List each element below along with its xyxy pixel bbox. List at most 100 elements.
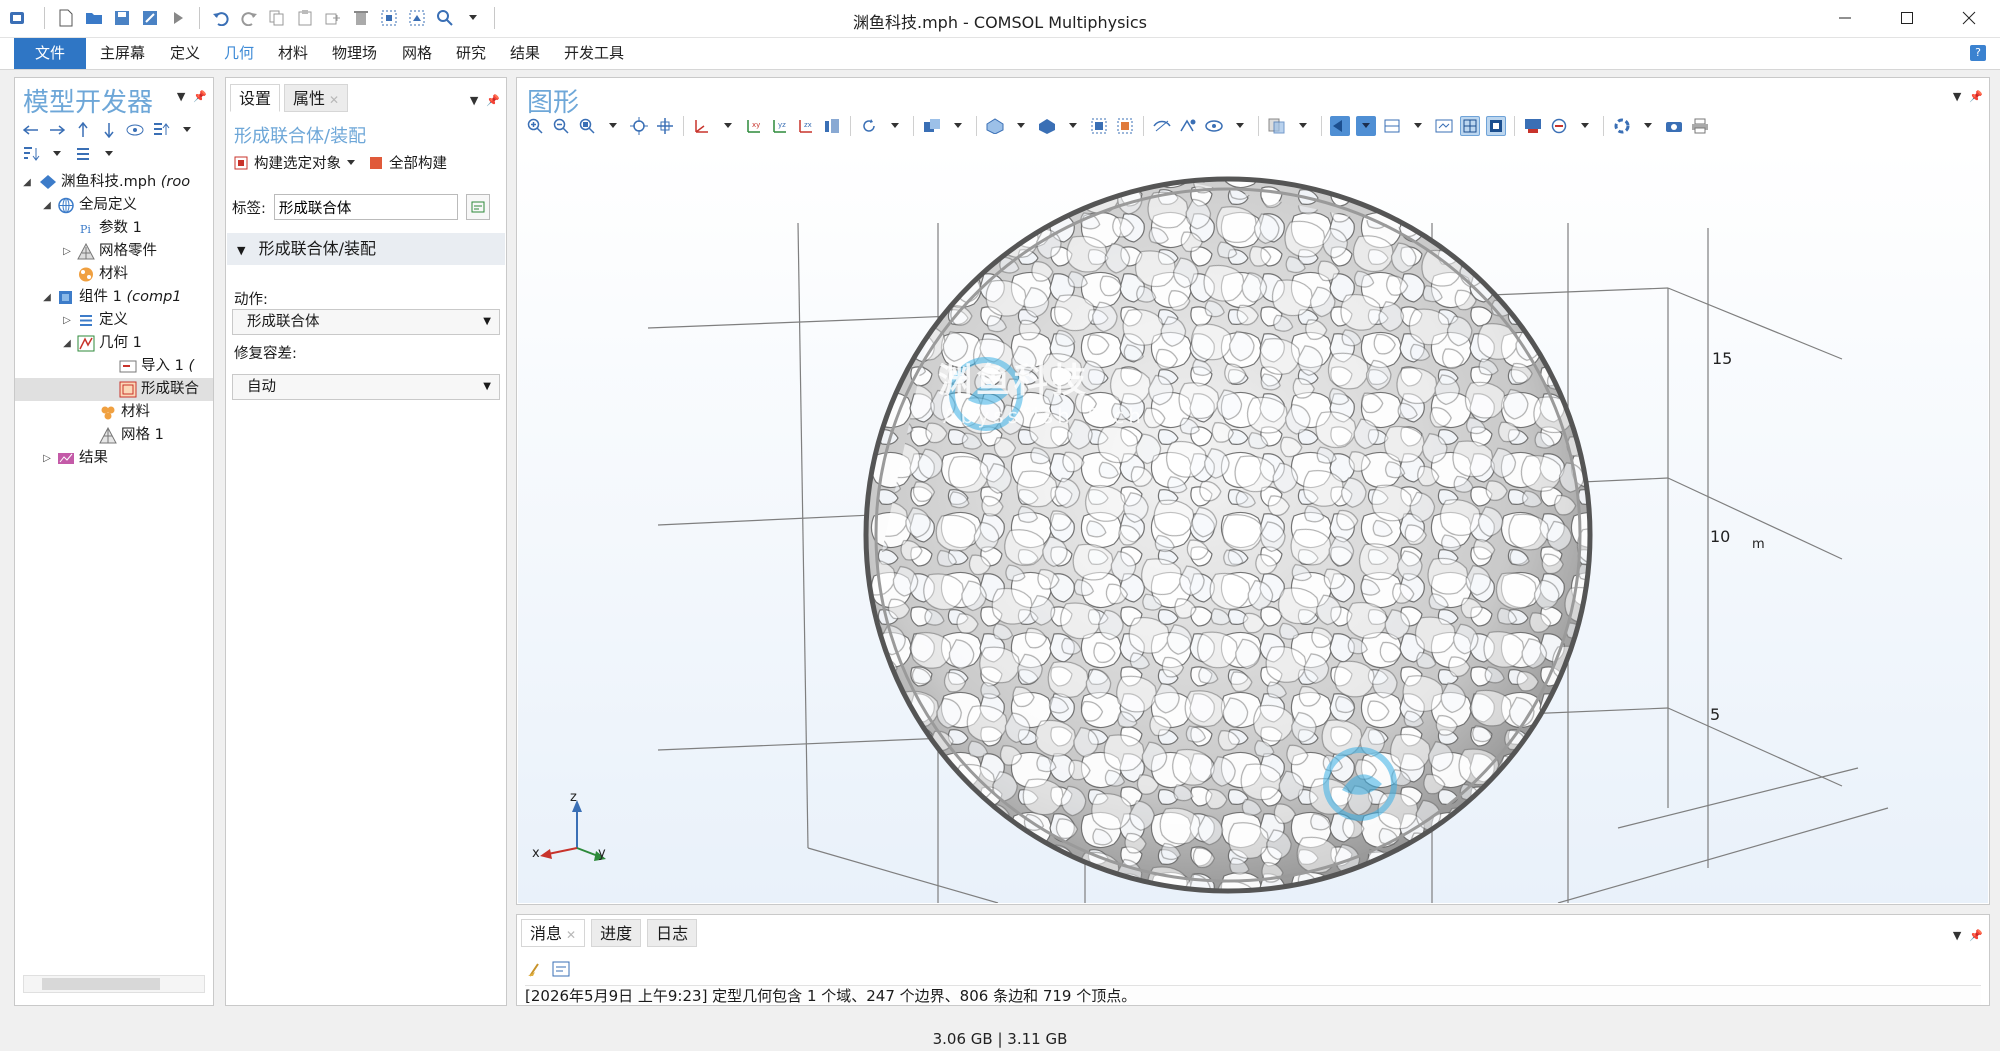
tab-developer[interactable]: 开发工具 <box>556 38 632 69</box>
select-boundaries-icon[interactable] <box>1037 116 1057 136</box>
color-palette-icon[interactable] <box>1549 116 1569 136</box>
panel-menu-icon[interactable]: ▼ <box>1953 90 1961 103</box>
hide-icon[interactable] <box>1152 116 1172 136</box>
view-3d-icon[interactable] <box>822 116 842 136</box>
tree-item-geometry[interactable]: ◢ 几何 1 <box>15 332 213 355</box>
tree-item-results[interactable]: ▷ 结果 <box>15 447 213 470</box>
panel-menu-icon[interactable]: ▼ <box>177 90 185 103</box>
tab-properties[interactable]: 属性 ✕ <box>284 84 349 112</box>
zoom-box-icon[interactable] <box>577 116 597 136</box>
dropdown-icon[interactable] <box>1063 116 1083 136</box>
image-settings-icon[interactable] <box>1523 116 1543 136</box>
sort-icon[interactable] <box>21 144 41 164</box>
expand-triangle-icon[interactable]: ▷ <box>61 240 73 263</box>
view-zx-icon[interactable]: zx <box>796 116 816 136</box>
show-icon[interactable] <box>125 120 145 140</box>
arrow-left-icon[interactable] <box>21 120 41 140</box>
close-tab-icon[interactable]: ✕ <box>566 928 576 942</box>
dropdown-icon[interactable] <box>1575 116 1595 136</box>
tab-home[interactable]: 主屏幕 <box>92 38 153 69</box>
build-selected-button[interactable]: 构建选定对象 <box>234 152 355 173</box>
view-xy-icon[interactable]: xy <box>744 116 764 136</box>
label-input[interactable] <box>273 194 458 220</box>
select-domains-icon[interactable] <box>985 116 1005 136</box>
pin-icon[interactable]: 📌 <box>193 90 207 103</box>
zoom-out-icon[interactable] <box>551 116 571 136</box>
tree-item-definitions[interactable]: ▷ 定义 <box>15 309 213 332</box>
chevron-down-icon[interactable] <box>347 159 355 166</box>
tab-mesh[interactable]: 网格 <box>394 38 440 69</box>
arrow-up-icon[interactable] <box>73 120 93 140</box>
tab-definitions[interactable]: 定义 <box>162 38 208 69</box>
dropdown-icon[interactable] <box>718 116 738 136</box>
tab-materials[interactable]: 材料 <box>270 38 316 69</box>
scene-light-icon[interactable] <box>1330 116 1350 136</box>
horizontal-scrollbar[interactable] <box>23 975 205 993</box>
close-tab-icon[interactable]: ✕ <box>329 93 339 107</box>
pin-icon[interactable]: 📌 <box>1969 90 1983 103</box>
repair-tolerance-select[interactable]: 自动 ▼ <box>232 374 500 400</box>
build-all-button[interactable]: 全部构建 <box>369 152 447 173</box>
action-select[interactable]: 形成联合体 ▼ <box>232 309 500 335</box>
maximize-icon[interactable] <box>1876 0 1938 36</box>
dropdown-icon[interactable] <box>1638 116 1658 136</box>
dropdown-icon[interactable] <box>948 116 968 136</box>
close-icon[interactable] <box>1938 0 2000 36</box>
zoom-in-icon[interactable] <box>525 116 545 136</box>
wireframe-icon[interactable] <box>1382 116 1402 136</box>
arrow-down-icon[interactable] <box>99 120 119 140</box>
view-yz-icon[interactable]: yz <box>770 116 790 136</box>
dropdown-icon[interactable] <box>1408 116 1428 136</box>
tab-study[interactable]: 研究 <box>448 38 494 69</box>
select-all-icon[interactable] <box>1115 116 1135 136</box>
dropdown-icon[interactable] <box>1011 116 1031 136</box>
expand-tree-icon[interactable] <box>151 120 171 140</box>
scene-svg[interactable] <box>518 148 1988 903</box>
tab-file[interactable]: 文件 <box>14 38 86 69</box>
collapse-triangle-icon[interactable]: ◢ <box>41 286 53 309</box>
dropdown-icon[interactable] <box>885 116 905 136</box>
arrow-right-icon[interactable] <box>47 120 67 140</box>
tree-item-mesh-parts[interactable]: ▷ 网格零件 <box>15 240 213 263</box>
tree-item-mesh[interactable]: 网格 1 <box>15 424 213 447</box>
show-hidden-icon[interactable] <box>1178 116 1198 136</box>
grid-icon[interactable] <box>1460 116 1480 136</box>
tree-item-parameters[interactable]: Pi 参数 1 <box>15 217 213 240</box>
dropdown-icon[interactable] <box>99 144 119 164</box>
pin-icon[interactable]: 📌 <box>1969 929 1983 942</box>
dropdown-icon[interactable] <box>1356 116 1376 136</box>
axis-orientation-icon[interactable] <box>1486 116 1506 136</box>
section-form-union[interactable]: ▼ 形成联合体/装配 <box>227 233 505 265</box>
voronoi-sphere[interactable] <box>817 148 1695 903</box>
reset-view-icon[interactable] <box>1612 116 1632 136</box>
zoom-to-selection-icon[interactable] <box>655 116 675 136</box>
expand-triangle-icon[interactable]: ▷ <box>41 447 53 470</box>
clear-messages-icon[interactable] <box>525 959 545 979</box>
show-details-icon[interactable] <box>551 959 571 979</box>
tab-settings[interactable]: 设置 <box>230 84 281 112</box>
collapse-triangle-icon[interactable]: ◢ <box>61 332 73 355</box>
help-icon[interactable]: ? <box>1970 45 1986 61</box>
tab-progress[interactable]: 进度 <box>591 919 642 947</box>
tab-results[interactable]: 结果 <box>502 38 548 69</box>
label-reset-button[interactable] <box>465 194 490 220</box>
print-icon[interactable] <box>1690 116 1710 136</box>
transparency-icon[interactable] <box>1267 116 1287 136</box>
select-box-icon[interactable] <box>1089 116 1109 136</box>
tab-geometry[interactable]: 几何 <box>216 38 262 69</box>
tree-item-component[interactable]: ◢ 组件 1 (comp1 <box>15 286 213 309</box>
tree-item-form-union[interactable]: 形成联合 <box>15 378 213 401</box>
dropdown-icon[interactable] <box>1293 116 1313 136</box>
camera-icon[interactable] <box>1664 116 1684 136</box>
dropdown-icon[interactable] <box>47 144 67 164</box>
axes-icon[interactable] <box>692 116 712 136</box>
tab-log[interactable]: 日志 <box>647 919 698 947</box>
dropdown-icon[interactable] <box>1230 116 1250 136</box>
dropdown-icon[interactable] <box>603 116 623 136</box>
select-objects-icon[interactable] <box>922 116 942 136</box>
tab-physics[interactable]: 物理场 <box>324 38 385 69</box>
render-icon[interactable] <box>1434 116 1454 136</box>
panel-menu-icon[interactable]: ▼ <box>470 94 478 107</box>
tree-item-root[interactable]: ◢ 渊鱼科技.mph (roo <box>15 171 213 194</box>
graphics-viewport[interactable]: 渊鱼科技 Abyssfish Tech 15 10 m 5 z x y <box>518 148 1988 903</box>
